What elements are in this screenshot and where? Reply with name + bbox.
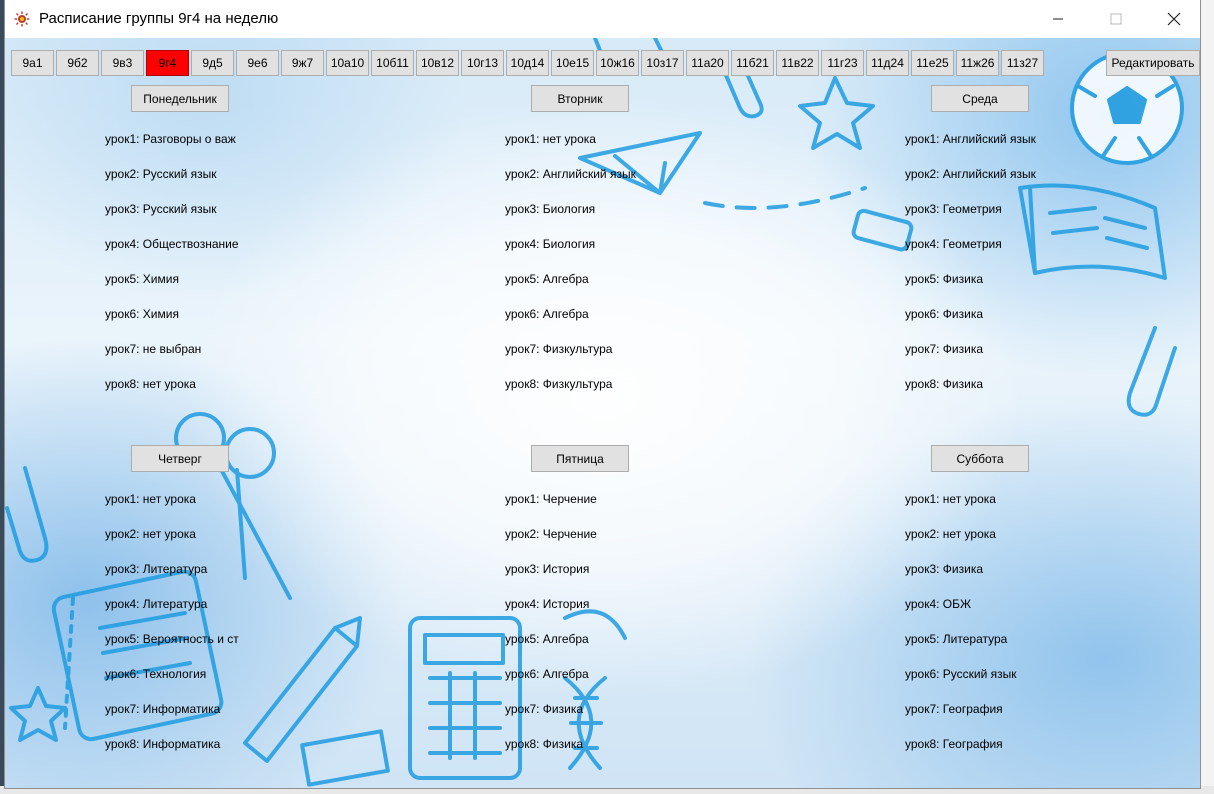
lesson-item: урок6: Алгебра: [505, 307, 589, 321]
group-tab[interactable]: 9б2: [56, 50, 99, 76]
group-tab[interactable]: 9е6: [236, 50, 279, 76]
lesson-item: урок4: ОБЖ: [905, 597, 972, 611]
lesson-item: урок8: нет урока: [105, 377, 196, 391]
lesson-item: урок3: Физика: [905, 562, 984, 576]
lesson-item: урок8: Информатика: [105, 737, 221, 751]
lesson-item: урок6: Химия: [105, 307, 179, 321]
window-title: Расписание группы 9г4 на неделю: [39, 10, 279, 27]
schedule-area: 9а1 9б2 9в3 9г4 9д5 9е6 9ж7 10а10 10б11 …: [5, 38, 1200, 788]
desktop-right-edge: [1199, 0, 1214, 794]
title-bar[interactable]: Расписание группы 9г4 на неделю: [5, 0, 1200, 38]
lesson-item: урок1: нет урока: [905, 492, 996, 506]
lesson-item: урок7: не выбран: [105, 342, 202, 356]
lesson-item: урок2: Черчение: [505, 527, 597, 541]
group-tab[interactable]: 9д5: [191, 50, 234, 76]
lesson-item: урок5: Алгебра: [505, 272, 589, 286]
group-tab[interactable]: 10е15: [551, 50, 594, 76]
group-tab[interactable]: 10б11: [371, 50, 414, 76]
minimize-button[interactable]: [1035, 0, 1081, 38]
group-tab[interactable]: 10в12: [416, 50, 459, 76]
maximize-icon: [1110, 13, 1122, 25]
group-tab[interactable]: 11з27: [1001, 50, 1044, 76]
lesson-item: урок2: нет урока: [905, 527, 996, 541]
minimize-icon: [1053, 18, 1063, 20]
lesson-item: урок8: Физкультура: [505, 377, 613, 391]
lesson-item: урок8: Физика: [505, 737, 584, 751]
lesson-item: урок7: Физика: [905, 342, 984, 356]
group-tab[interactable]: 9ж7: [281, 50, 324, 76]
lesson-item: урок7: Физика: [505, 702, 584, 716]
group-tab[interactable]: 11а20: [686, 50, 729, 76]
lesson-item: урок1: нет урока: [105, 492, 196, 506]
lesson-item: урок5: Физика: [905, 272, 984, 286]
group-tab[interactable]: 11д24: [866, 50, 909, 76]
group-tab[interactable]: 11е25: [911, 50, 954, 76]
lesson-item: урок8: География: [905, 737, 1003, 751]
schedule-window: Расписание группы 9г4 на неделю 9а1 9б2 …: [5, 0, 1200, 788]
day-button-tuesday[interactable]: Вторник: [531, 85, 629, 112]
group-tab[interactable]: 10а10: [326, 50, 369, 76]
day-button-friday[interactable]: Пятница: [531, 445, 629, 472]
sun-icon: [14, 11, 30, 27]
lesson-item: урок5: Литература: [905, 632, 1008, 646]
lesson-item: урок3: История: [505, 562, 590, 576]
lesson-item: урок6: Русский язык: [905, 667, 1017, 681]
lesson-item: урок7: География: [905, 702, 1003, 716]
lesson-item: урок2: Английский язык: [905, 167, 1036, 181]
lesson-item: урок3: Геометрия: [905, 202, 1002, 216]
lesson-item: урок5: Алгебра: [505, 632, 589, 646]
lesson-item: урок7: Информатика: [105, 702, 221, 716]
lesson-item: урок1: Разговоры о важ: [105, 132, 236, 146]
close-icon: [1167, 12, 1181, 26]
lesson-item: урок1: нет урока: [505, 132, 596, 146]
edit-button[interactable]: Редактировать: [1106, 50, 1200, 76]
lesson-item: урок6: Технология: [105, 667, 207, 681]
lesson-item: урок7: Физкультура: [505, 342, 613, 356]
lesson-item: урок6: Алгебра: [505, 667, 589, 681]
lesson-item: урок8: Физика: [905, 377, 984, 391]
lesson-item: урок2: нет урока: [105, 527, 196, 541]
group-tab-active[interactable]: 9г4: [146, 50, 189, 76]
lesson-item: урок5: Вероятность и ст: [105, 632, 239, 646]
lesson-item: урок3: Биология: [505, 202, 596, 216]
day-button-thursday[interactable]: Четверг: [131, 445, 229, 472]
group-tab[interactable]: 11г23: [821, 50, 864, 76]
group-tab[interactable]: 9в3: [101, 50, 144, 76]
group-tab[interactable]: 10ж16: [596, 50, 639, 76]
day-button-monday[interactable]: Понедельник: [131, 85, 229, 112]
group-tab[interactable]: 9а1: [11, 50, 54, 76]
lesson-item: урок3: Литература: [105, 562, 208, 576]
lesson-item: урок4: Обществознание: [105, 237, 239, 251]
group-tab[interactable]: 11в22: [776, 50, 819, 76]
group-tab[interactable]: 11ж26: [956, 50, 999, 76]
group-tab[interactable]: 11б21: [731, 50, 774, 76]
lesson-item: урок4: Литература: [105, 597, 208, 611]
lesson-item: урок6: Физика: [905, 307, 984, 321]
lesson-item: урок4: Геометрия: [905, 237, 1002, 251]
lesson-item: урок1: Черчение: [505, 492, 597, 506]
lesson-item: урок2: Русский язык: [105, 167, 217, 181]
day-button-wednesday[interactable]: Среда: [931, 85, 1029, 112]
maximize-button[interactable]: [1093, 0, 1139, 38]
lesson-item: урок4: История: [505, 597, 590, 611]
lesson-item: урок2: Английский язык: [505, 167, 636, 181]
group-tab[interactable]: 10д14: [506, 50, 549, 76]
group-tab[interactable]: 10г13: [461, 50, 504, 76]
lesson-item: урок4: Биология: [505, 237, 596, 251]
lesson-item: урок3: Русский язык: [105, 202, 217, 216]
day-button-saturday[interactable]: Суббота: [931, 445, 1029, 472]
group-tab[interactable]: 10з17: [641, 50, 684, 76]
lesson-item: урок5: Химия: [105, 272, 179, 286]
close-button[interactable]: [1151, 0, 1197, 38]
lesson-item: урок1: Английский язык: [905, 132, 1036, 146]
